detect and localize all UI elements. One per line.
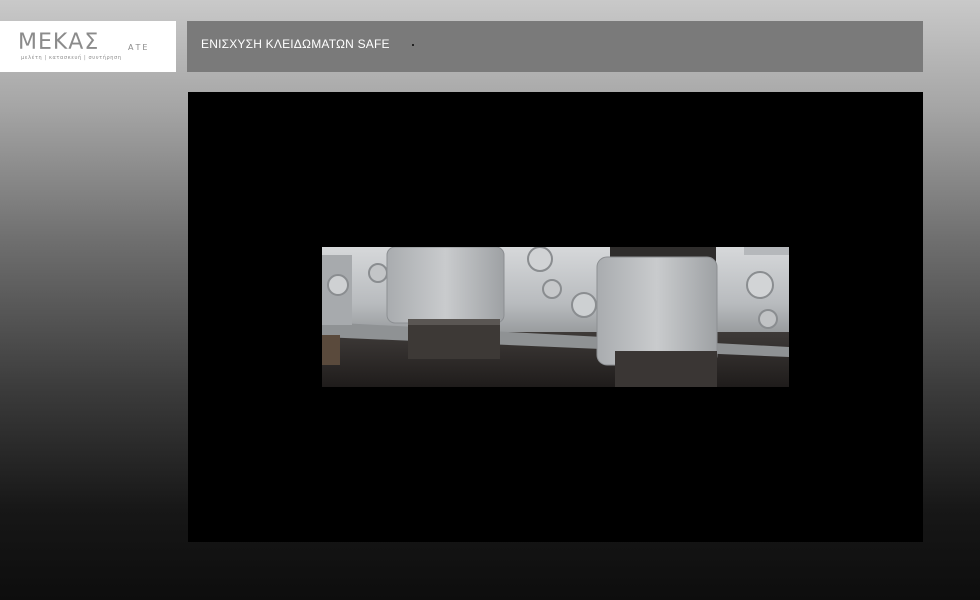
- logo-tagline: μελέτη | κατασκευή | συντήρηση: [21, 55, 122, 61]
- project-photo[interactable]: [322, 247, 789, 387]
- project-photo-drawing: [322, 247, 789, 387]
- page-title: ΕΝΙΣΧΥΣΗ ΚΛΕΙΔΩΜΑΤΩΝ SAFE: [201, 37, 390, 51]
- logo-suffix: ΑΤΕ: [128, 43, 150, 52]
- image-viewer: [188, 92, 923, 542]
- title-bar: ΕΝΙΣΧΥΣΗ ΚΛΕΙΔΩΜΑΤΩΝ SAFE: [187, 21, 923, 72]
- logo-wordmark: ΜΕΚΑΣ: [18, 30, 100, 55]
- title-bar-mark: [412, 44, 414, 46]
- company-logo[interactable]: ΜΕΚΑΣ ΑΤΕ μελέτη | κατασκευή | συντήρηση: [0, 21, 176, 72]
